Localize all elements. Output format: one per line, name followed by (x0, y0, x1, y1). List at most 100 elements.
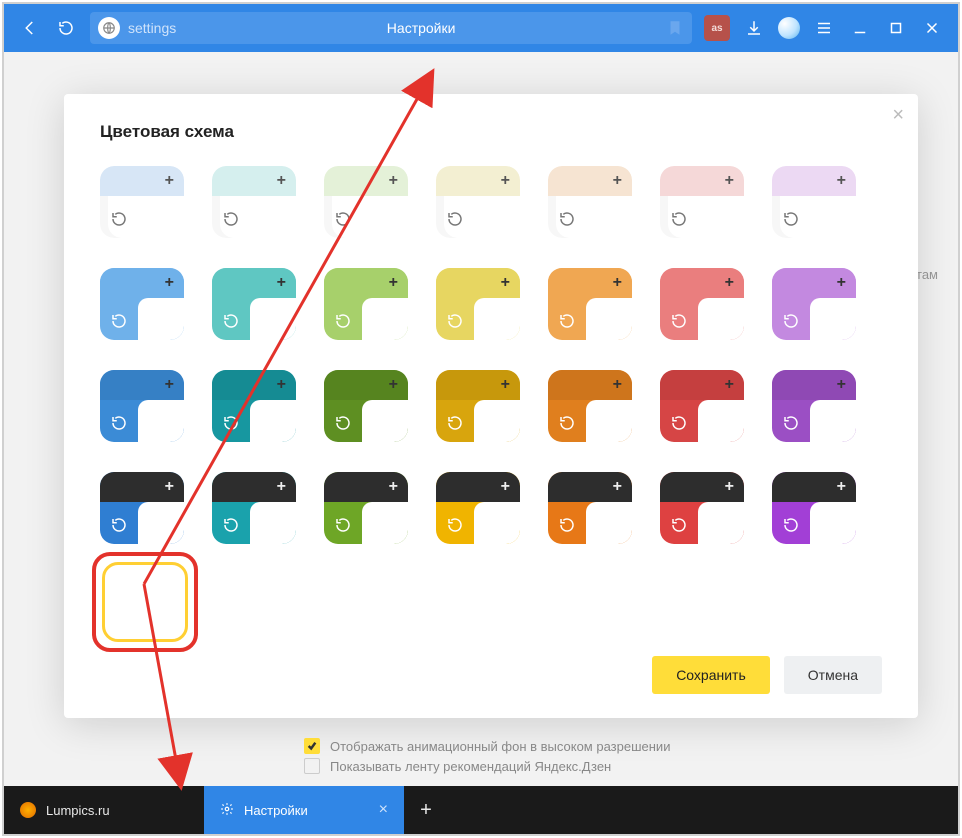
refresh-icon (558, 414, 576, 432)
tab-settings[interactable]: Настройки × (204, 786, 404, 834)
settings-rows-behind: Отображать анимационный фон в высоком ра… (304, 734, 918, 778)
refresh-icon (782, 414, 800, 432)
color-swatch[interactable]: + (436, 268, 520, 340)
tab-label: Lumpics.ru (46, 803, 110, 818)
color-swatch[interactable]: + (548, 166, 632, 238)
color-swatch[interactable]: + (212, 166, 296, 238)
bookmark-icon[interactable] (666, 19, 684, 37)
color-swatch[interactable]: + (436, 370, 520, 442)
color-swatch[interactable]: + (324, 166, 408, 238)
color-swatch[interactable]: + (100, 268, 184, 340)
refresh-icon (222, 312, 240, 330)
plus-icon: + (389, 274, 398, 292)
address-page-title: Настройки (387, 20, 456, 36)
plus-icon: + (837, 478, 846, 496)
color-swatch[interactable]: + (212, 472, 296, 544)
plus-icon: + (165, 478, 174, 496)
color-swatch[interactable]: + (324, 268, 408, 340)
color-swatch[interactable]: + (772, 472, 856, 544)
color-swatch[interactable]: + (436, 166, 520, 238)
dialog-close-button[interactable]: × (892, 104, 904, 127)
menu-button[interactable] (806, 10, 842, 46)
reload-button[interactable] (48, 10, 84, 46)
refresh-icon (670, 516, 688, 534)
refresh-icon (782, 210, 800, 228)
color-swatch[interactable]: + (660, 268, 744, 340)
plus-icon: + (837, 172, 846, 190)
color-swatch[interactable]: + (324, 472, 408, 544)
setting-row: Показывать ленту рекомендаций Яндекс.Дзе… (304, 758, 918, 774)
color-swatch[interactable]: + (436, 472, 520, 544)
tab-close-button[interactable]: × (379, 801, 388, 819)
save-button[interactable]: Сохранить (652, 656, 770, 694)
address-bar[interactable]: settings Настройки (90, 12, 692, 44)
refresh-icon (446, 312, 464, 330)
plus-icon: + (501, 274, 510, 292)
refresh-icon (558, 210, 576, 228)
color-swatch[interactable]: + (660, 370, 744, 442)
window-minimize-button[interactable] (842, 10, 878, 46)
color-swatch[interactable]: + (100, 166, 184, 238)
color-swatch[interactable]: + (212, 268, 296, 340)
plus-icon: + (165, 376, 174, 394)
refresh-icon (670, 210, 688, 228)
plus-icon: + (165, 172, 174, 190)
refresh-icon (222, 414, 240, 432)
refresh-icon (558, 516, 576, 534)
plus-icon: + (725, 376, 734, 394)
plus-icon: + (837, 274, 846, 292)
browser-toolbar: settings Настройки as (4, 4, 958, 52)
refresh-icon (334, 516, 352, 534)
refresh-icon (446, 516, 464, 534)
cancel-button[interactable]: Отмена (784, 656, 882, 694)
color-swatch[interactable]: + (324, 370, 408, 442)
color-swatch[interactable]: + (212, 370, 296, 442)
color-swatch[interactable]: + (548, 472, 632, 544)
plus-icon: + (389, 478, 398, 496)
color-swatch[interactable]: + (772, 166, 856, 238)
color-swatch[interactable]: + (100, 370, 184, 442)
plus-icon: + (501, 172, 510, 190)
plus-icon: + (389, 172, 398, 190)
color-swatch[interactable]: + (548, 370, 632, 442)
dialog-title: Цветовая схема (64, 94, 918, 166)
window-close-button[interactable] (914, 10, 950, 46)
refresh-icon (782, 312, 800, 330)
plus-icon: + (613, 172, 622, 190)
refresh-icon (222, 516, 240, 534)
checkbox-unchecked[interactable] (304, 758, 320, 774)
color-swatch[interactable]: + (660, 166, 744, 238)
extension-lastfm-icon[interactable]: as (704, 15, 730, 41)
plus-icon: + (165, 274, 174, 292)
back-button[interactable] (12, 10, 48, 46)
weather-icon[interactable] (778, 17, 800, 39)
tab-label: Настройки (244, 803, 308, 818)
window-maximize-button[interactable] (878, 10, 914, 46)
downloads-button[interactable] (736, 10, 772, 46)
refresh-icon (334, 210, 352, 228)
color-swatch[interactable]: + (100, 472, 184, 544)
new-tab-button[interactable]: + (404, 786, 448, 834)
refresh-icon (670, 312, 688, 330)
color-swatch[interactable]: + (772, 370, 856, 442)
plus-icon: + (725, 274, 734, 292)
settings-page: там × Цветовая схема +++++++++++++++++++… (4, 52, 958, 786)
setting-label: Показывать ленту рекомендаций Яндекс.Дзе… (330, 759, 611, 774)
refresh-icon (110, 414, 128, 432)
refresh-icon (110, 516, 128, 534)
background-text-fragment: там (916, 267, 938, 282)
plus-icon: + (277, 274, 286, 292)
setting-row: Отображать анимационный фон в высоком ра… (304, 738, 918, 754)
color-swatch[interactable]: + (660, 472, 744, 544)
refresh-icon (334, 312, 352, 330)
color-swatch-grid: + + + + + + + + + + + + + + + + + + + + + + + + + + + + (64, 166, 918, 556)
color-swatch[interactable]: + (772, 268, 856, 340)
refresh-icon (110, 210, 128, 228)
checkbox-checked[interactable] (304, 738, 320, 754)
address-path: settings (128, 20, 176, 36)
color-scheme-dialog: × Цветовая схема +++++++++++++++++++++++… (64, 94, 918, 718)
color-swatch[interactable]: + (548, 268, 632, 340)
tab-lumpics[interactable]: Lumpics.ru (4, 786, 204, 834)
refresh-icon (558, 312, 576, 330)
plus-icon: + (613, 376, 622, 394)
